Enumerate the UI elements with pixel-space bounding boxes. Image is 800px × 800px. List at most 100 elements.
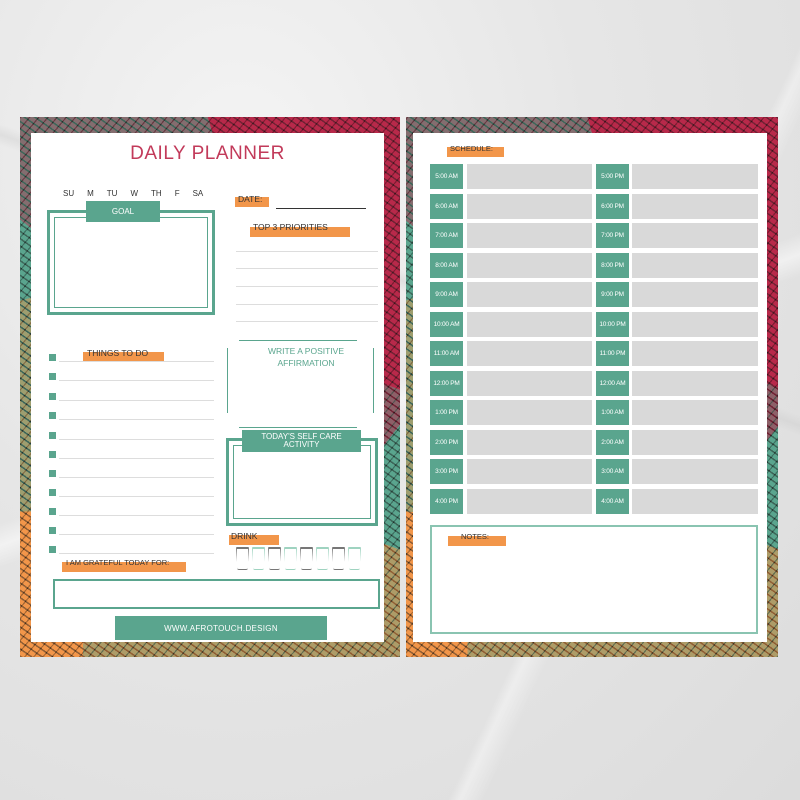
todo-item[interactable]: [49, 546, 214, 554]
time-label-pm-side: 9:00 PM: [596, 282, 629, 307]
grateful-field[interactable]: [53, 579, 380, 609]
day-sa[interactable]: SA: [193, 189, 204, 198]
schedule-row: 3:00 PM 3:00 AM: [430, 459, 760, 484]
daily-planner-page: DAILY PLANNER SU M TU W TH F SA DATE: GO…: [20, 117, 400, 657]
schedule-slot[interactable]: [632, 459, 758, 484]
schedule-slot[interactable]: [467, 370, 592, 396]
affirmation-border-bottom: [239, 427, 357, 428]
todo-item[interactable]: [49, 508, 214, 516]
date-field[interactable]: [276, 208, 366, 209]
water-cups: [236, 547, 361, 570]
schedule-slot[interactable]: [467, 164, 592, 189]
affirmation-label-line1: WRITE A POSITIVE: [267, 346, 345, 356]
time-label-am-side: 2:00 PM: [430, 429, 463, 455]
water-cup-icon[interactable]: [284, 547, 297, 570]
todo-item[interactable]: [49, 527, 214, 535]
goal-box[interactable]: [47, 210, 215, 315]
day-w[interactable]: W: [130, 189, 138, 198]
todo-item[interactable]: [49, 489, 214, 497]
checkbox[interactable]: [49, 470, 56, 477]
todo-item[interactable]: [49, 354, 214, 362]
day-su[interactable]: SU: [63, 189, 74, 198]
schedule-slot[interactable]: [632, 370, 758, 396]
time-label-pm-side: 3:00 AM: [596, 459, 629, 484]
schedule-slot[interactable]: [467, 193, 592, 219]
water-cup-icon[interactable]: [332, 547, 345, 570]
todo-item[interactable]: [49, 393, 214, 401]
checkbox[interactable]: [49, 489, 56, 496]
schedule-slot[interactable]: [632, 311, 758, 337]
water-cup-icon[interactable]: [236, 547, 249, 570]
checkbox[interactable]: [49, 546, 56, 553]
schedule-slot[interactable]: [632, 252, 758, 278]
goal-label: GOAL: [86, 201, 160, 222]
schedule-page: SCHEDULE: 5:00 AM 5:00 PM 6:00 AM 6:00 PM 7:…: [406, 117, 778, 657]
checkbox[interactable]: [49, 508, 56, 515]
todo-item[interactable]: [49, 470, 214, 478]
time-label-pm-side: 8:00 PM: [596, 252, 629, 278]
schedule-row: 7:00 AM 7:00 PM: [430, 223, 760, 248]
grateful-label: I AM GRATEFUL TODAY FOR:: [66, 558, 170, 567]
weekday-selector: SU M TU W TH F SA: [63, 189, 216, 198]
schedule-slot[interactable]: [467, 311, 592, 337]
schedule-slot[interactable]: [467, 488, 592, 514]
schedule-slot[interactable]: [467, 429, 592, 455]
schedule-slot[interactable]: [467, 252, 592, 278]
water-cup-icon[interactable]: [268, 547, 281, 570]
schedule-slot[interactable]: [632, 400, 758, 425]
schedule-slot[interactable]: [467, 341, 592, 366]
time-label-am-side: 3:00 PM: [430, 459, 463, 484]
todo-item[interactable]: [49, 432, 214, 440]
todo-item[interactable]: [49, 412, 214, 420]
checkbox[interactable]: [49, 432, 56, 439]
time-label-am-side: 12:00 PM: [430, 370, 463, 396]
schedule-row: 10:00 AM 10:00 PM: [430, 311, 760, 337]
checkbox[interactable]: [49, 354, 56, 361]
priority-line[interactable]: [236, 268, 378, 269]
todo-item[interactable]: [49, 373, 214, 381]
schedule-slot[interactable]: [467, 400, 592, 425]
time-label-pm-side: 11:00 PM: [596, 341, 629, 366]
time-label-pm-side: 1:00 AM: [596, 400, 629, 425]
water-cup-icon[interactable]: [348, 547, 361, 570]
water-cup-icon[interactable]: [316, 547, 329, 570]
time-label-am-side: 8:00 AM: [430, 252, 463, 278]
schedule-row: 11:00 AM 11:00 PM: [430, 341, 760, 366]
schedule-slot[interactable]: [632, 429, 758, 455]
day-m[interactable]: M: [87, 189, 94, 198]
day-th[interactable]: TH: [151, 189, 162, 198]
time-label-pm-side: 10:00 PM: [596, 311, 629, 337]
page-title: DAILY PLANNER: [130, 143, 285, 164]
checkbox[interactable]: [49, 527, 56, 534]
schedule-slot[interactable]: [467, 282, 592, 307]
schedule-slot[interactable]: [467, 459, 592, 484]
priority-line[interactable]: [236, 286, 378, 287]
checkbox[interactable]: [49, 451, 56, 458]
schedule-slot[interactable]: [632, 488, 758, 514]
schedule-slot[interactable]: [467, 223, 592, 248]
priority-line[interactable]: [236, 304, 378, 305]
schedule-slot[interactable]: [632, 164, 758, 189]
affirmation-border-top: [239, 340, 357, 341]
schedule-row: 2:00 PM 2:00 AM: [430, 429, 760, 455]
priorities-label: TOP 3 PRIORITIES: [253, 222, 328, 232]
water-cup-icon[interactable]: [252, 547, 265, 570]
todo-item[interactable]: [49, 451, 214, 459]
time-label-am-side: 9:00 AM: [430, 282, 463, 307]
day-f[interactable]: F: [175, 189, 180, 198]
checkbox[interactable]: [49, 412, 56, 419]
schedule-row: 4:00 PM 4:00 AM: [430, 488, 760, 514]
checkbox[interactable]: [49, 373, 56, 380]
website-link[interactable]: WWW.AFROTOUCH.DESIGN: [115, 616, 327, 640]
schedule-slot[interactable]: [632, 193, 758, 219]
day-tu[interactable]: TU: [107, 189, 118, 198]
time-label-pm-side: 6:00 PM: [596, 193, 629, 219]
schedule-slot[interactable]: [632, 223, 758, 248]
schedule-slot[interactable]: [632, 282, 758, 307]
schedule-label: SCHEDULE:: [450, 144, 493, 153]
water-cup-icon[interactable]: [300, 547, 313, 570]
priority-line[interactable]: [236, 321, 378, 322]
priority-line[interactable]: [236, 251, 378, 252]
schedule-slot[interactable]: [632, 341, 758, 366]
checkbox[interactable]: [49, 393, 56, 400]
